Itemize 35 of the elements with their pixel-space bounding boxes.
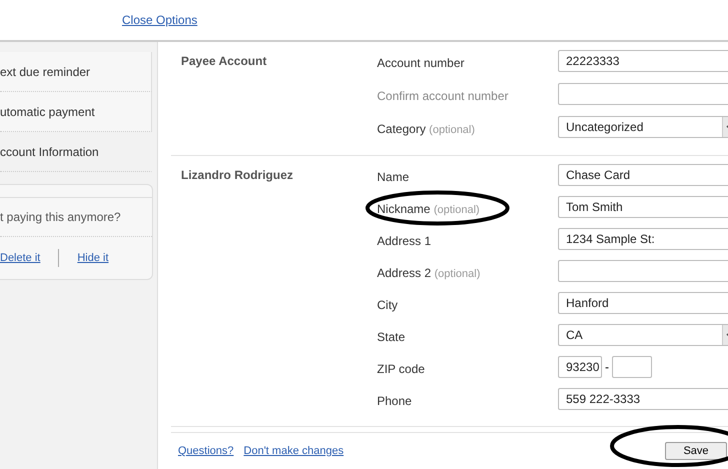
save-button[interactable]: Save (665, 442, 727, 460)
close-options-link[interactable]: Close Options (122, 13, 198, 27)
input-field[interactable]: 22223333 (558, 50, 728, 72)
input-field[interactable]: 93230 (558, 356, 602, 378)
dropdown[interactable]: CA (558, 324, 728, 346)
field-label: City (377, 298, 398, 312)
input-field[interactable]: Hanford (558, 292, 728, 314)
dash-separator: - (605, 360, 609, 374)
payee-action-link[interactable]: Delete it (0, 252, 40, 264)
field-label: State (377, 330, 406, 344)
stop-paying-question: t paying this anymore? (0, 197, 152, 237)
input-field[interactable] (558, 260, 728, 282)
field-label: ZIP code (377, 362, 425, 376)
sidebar-item[interactable]: ext due reminder (0, 52, 152, 92)
sidebar-item[interactable]: utomatic payment (0, 92, 152, 132)
input-field[interactable]: 1234 Sample St: (558, 228, 728, 250)
footer-link[interactable]: Questions? (178, 445, 234, 457)
field-label: Category (optional) (377, 122, 475, 136)
section-title: Payee Account (180, 53, 268, 70)
footer-link[interactable]: Don't make changes (244, 445, 344, 457)
dropdown[interactable]: Uncategorized (558, 116, 728, 138)
field-label: Address 1 (377, 234, 432, 248)
payee-action-link[interactable]: Hide it (77, 252, 109, 264)
input-field[interactable]: Tom Smith (558, 196, 728, 218)
field-label: Phone (377, 394, 412, 408)
input-field[interactable]: Chase Card (558, 164, 728, 186)
field-label: Account number (377, 56, 464, 70)
field-label: Confirm account number (377, 89, 508, 103)
field-label: Address 2 (optional) (377, 266, 480, 280)
field-label: Name (377, 170, 410, 184)
field-label: Nickname (optional) (377, 202, 480, 216)
input-field[interactable]: 559 222-3333 (558, 388, 728, 410)
section-title: Lizandro Rodriguez (180, 167, 294, 184)
input-field[interactable] (558, 83, 728, 105)
input-field[interactable] (612, 356, 652, 378)
